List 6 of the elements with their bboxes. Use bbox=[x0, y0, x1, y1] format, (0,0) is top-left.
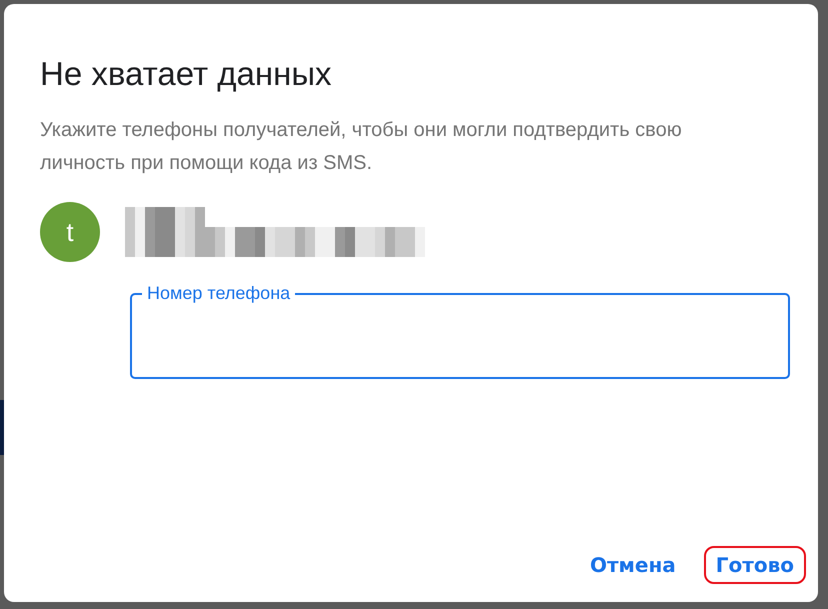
dialog-title: Не хватает данных bbox=[40, 54, 333, 94]
dialog-description: Укажите телефоны получателей, чтобы они могли подтвердить свою личность при помощи кода из SMS. bbox=[40, 118, 683, 176]
dialog-button[interactable]: Отмена bbox=[578, 546, 688, 584]
dialog-button[interactable]: Готово bbox=[704, 546, 806, 584]
avatar: t bbox=[40, 202, 100, 262]
phone-input-field[interactable]: Номер телефона bbox=[130, 282, 790, 379]
